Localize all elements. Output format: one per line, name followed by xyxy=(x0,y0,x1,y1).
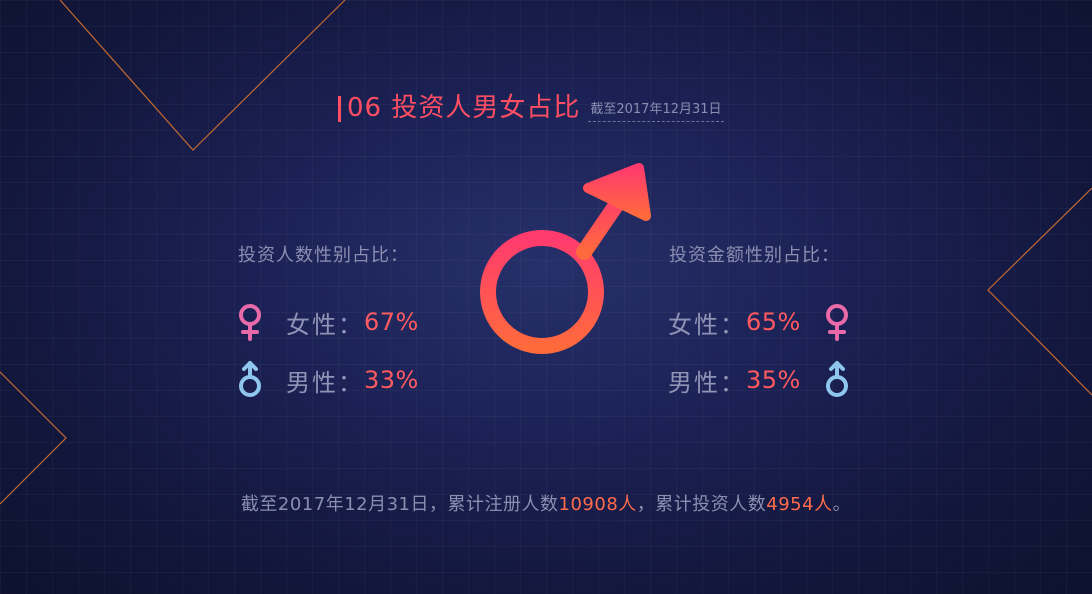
right-male-row: 男性： 35% xyxy=(668,360,853,400)
left-male-value: 33% xyxy=(364,366,419,394)
page-title: 06 投资人男女占比 xyxy=(347,93,581,123)
left-female-label: 女性： xyxy=(286,310,364,339)
left-male-label: 男性： xyxy=(286,368,364,397)
title-date: 截至2017年12月31日 xyxy=(588,101,724,122)
section-title: 06 投资人男女占比 截至2017年12月31日 xyxy=(338,88,724,128)
right-panel-heading: 投资金额性别占比： xyxy=(669,245,840,266)
summary-prefix: 截至2017年12月31日，累计注册人数 xyxy=(240,494,559,515)
summary-suffix: 。 xyxy=(832,494,852,515)
left-female-value: 67% xyxy=(364,308,419,336)
left-panel-heading: 投资人数性别占比： xyxy=(238,245,409,266)
investor-count: 4954人 xyxy=(766,494,833,515)
male-symbol-icon xyxy=(821,360,853,400)
female-symbol-icon xyxy=(234,302,266,342)
registered-count: 10908人 xyxy=(558,494,637,515)
summary-text: 截至2017年12月31日，累计注册人数10908人，累计投资人数4954人。 xyxy=(0,490,1092,516)
right-female-row: 女性： 65% xyxy=(668,302,853,342)
right-female-label: 女性： xyxy=(668,310,746,339)
gender-symbol-icon xyxy=(480,163,651,454)
right-male-value: 35% xyxy=(746,366,801,394)
right-female-value: 65% xyxy=(746,308,801,336)
left-male-row: 男性： 33% xyxy=(234,360,419,400)
title-accent-bar xyxy=(338,96,341,122)
right-male-label: 男性： xyxy=(668,368,746,397)
male-symbol-icon xyxy=(234,360,266,400)
left-female-row: 女性： 67% xyxy=(234,302,419,342)
female-symbol-icon xyxy=(821,302,853,342)
summary-middle: ，累计投资人数 xyxy=(636,494,767,515)
